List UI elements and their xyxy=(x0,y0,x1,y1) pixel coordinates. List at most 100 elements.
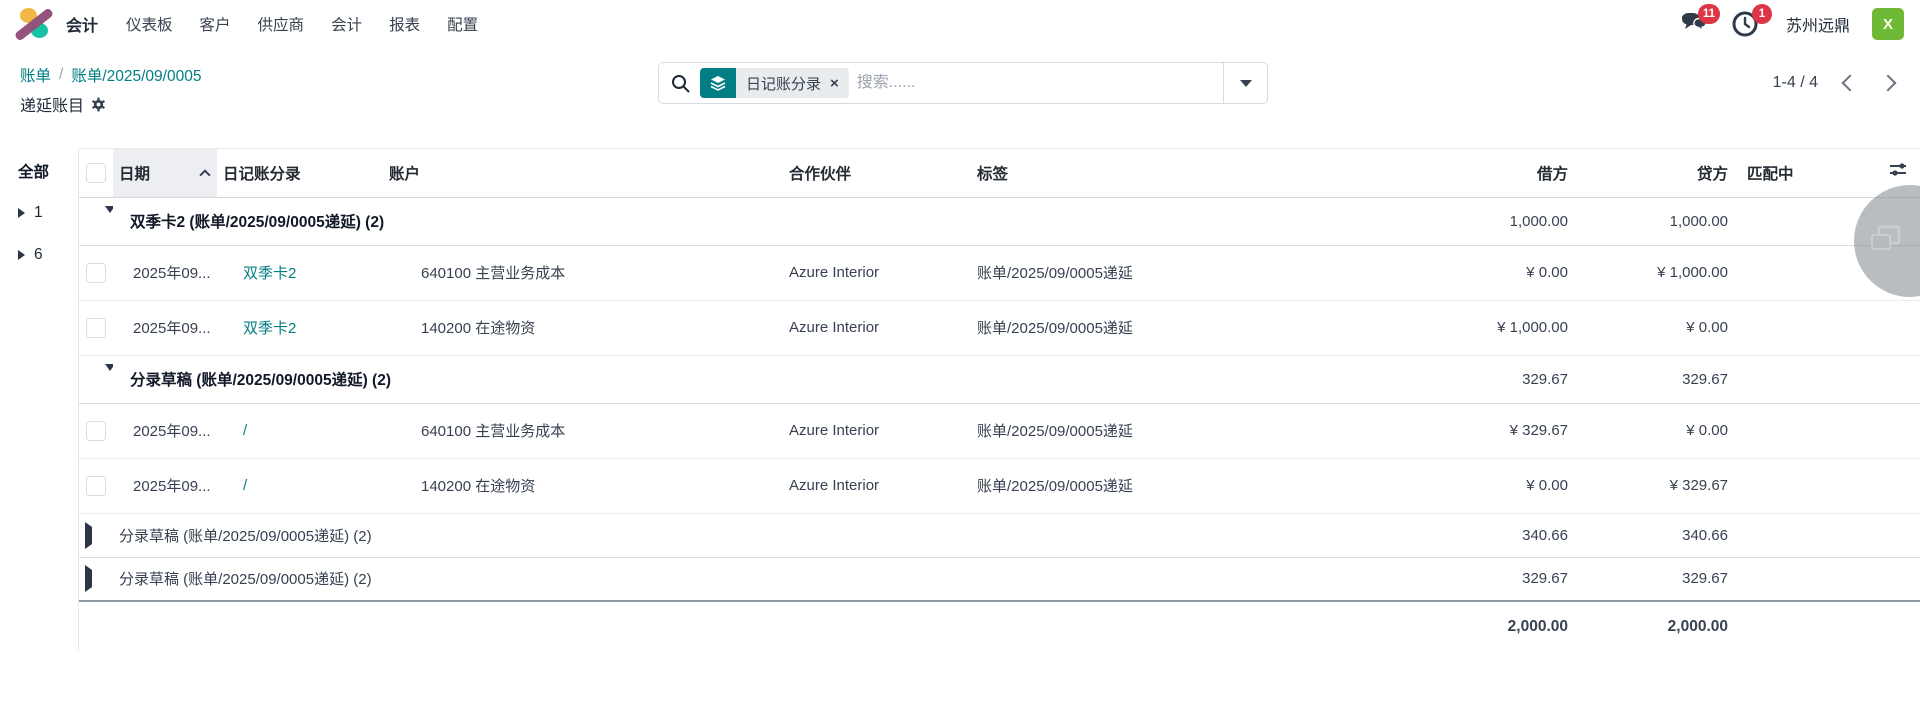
messages-icon[interactable]: 11 xyxy=(1678,10,1708,38)
column-header-date[interactable]: 日期 xyxy=(113,149,217,197)
group-row-collapsed[interactable]: 分录草稿 (账单/2025/09/0005递延) (2) 340.66 340.… xyxy=(79,513,1920,557)
facet-close-icon[interactable]: × xyxy=(830,75,839,92)
group-row-collapsed[interactable]: 分录草稿 (账单/2025/09/0005递延) (2) 329.67 329.… xyxy=(79,557,1920,601)
cell-partner: Azure Interior xyxy=(783,403,971,458)
sort-asc-icon xyxy=(199,169,210,180)
menu-configuration[interactable]: 配置 xyxy=(447,13,478,35)
cell-date: 2025年09... xyxy=(113,458,217,513)
group-credit: 329.67 xyxy=(1581,557,1741,601)
menu-dashboard[interactable]: 仪表板 xyxy=(126,13,173,35)
group-credit: 340.66 xyxy=(1581,513,1741,557)
cell-account: 140200 在途物资 xyxy=(383,300,783,355)
facet-label: 日记账分录 xyxy=(746,73,821,94)
column-header-account[interactable]: 账户 xyxy=(383,149,783,197)
cell-debit: ¥ 0.00 xyxy=(1323,458,1581,513)
breadcrumb-bills-link[interactable]: 账单 xyxy=(20,64,51,86)
list-view: 日期 日记账分录 账户 合作伙伴 标签 借方 贷方 匹配中 xyxy=(78,148,1920,651)
caret-right-icon[interactable] xyxy=(85,522,92,549)
user-avatar[interactable]: X xyxy=(1872,8,1904,40)
journal-entry-link[interactable]: 双季卡2 xyxy=(243,265,296,282)
window-expand-icon xyxy=(1870,225,1904,255)
journal-entry-link[interactable]: / xyxy=(243,477,247,494)
row-checkbox[interactable] xyxy=(86,263,106,283)
cell-account: 140200 在途物资 xyxy=(383,458,783,513)
layers-icon xyxy=(700,68,736,98)
menu-customers[interactable]: 客户 xyxy=(200,13,231,35)
pager: 1-4 / 4 xyxy=(1773,74,1904,92)
page-title: 递延账目 xyxy=(20,92,84,116)
menu-reporting[interactable]: 报表 xyxy=(389,13,420,35)
activities-clock-icon[interactable]: 1 xyxy=(1730,10,1760,38)
messages-badge: 11 xyxy=(1698,4,1720,24)
chevron-down-icon xyxy=(1240,80,1252,87)
group-debit: 329.67 xyxy=(1323,355,1581,403)
top-nav: 会计 仪表板 客户 供应商 会计 报表 配置 11 1 苏州远鼎 X xyxy=(0,0,1920,48)
cell-debit: ¥ 0.00 xyxy=(1323,245,1581,300)
breadcrumb: 账单 / 账单/2025/09/0005 xyxy=(20,64,580,86)
column-header-credit[interactable]: 贷方 xyxy=(1581,149,1741,197)
pager-previous-icon[interactable] xyxy=(1842,75,1859,92)
gear-icon[interactable] xyxy=(91,97,106,112)
pager-next-icon[interactable] xyxy=(1880,75,1897,92)
row-checkbox[interactable] xyxy=(86,476,106,496)
column-header-partner[interactable]: 合作伙伴 xyxy=(783,149,971,197)
cell-partner: Azure Interior xyxy=(783,458,971,513)
cell-debit: ¥ 1,000.00 xyxy=(1323,300,1581,355)
optional-columns-icon[interactable] xyxy=(1889,162,1907,178)
cell-date: 2025年09... xyxy=(113,300,217,355)
filter-group-6[interactable]: 6 xyxy=(18,246,78,264)
menu-accounting[interactable]: 会计 xyxy=(331,13,362,35)
control-panel: 账单 / 账单/2025/09/0005 递延账目 xyxy=(0,48,1920,148)
column-header-matching[interactable]: 匹配中 xyxy=(1741,149,1831,197)
search-input[interactable] xyxy=(857,74,1223,92)
filter-group-1[interactable]: 1 xyxy=(18,204,78,222)
total-debit: 2,000.00 xyxy=(1323,601,1581,651)
group-row[interactable]: 双季卡2 (账单/2025/09/0005递延) (2) 1,000.00 1,… xyxy=(79,197,1920,245)
cell-account: 640100 主营业务成本 xyxy=(383,403,783,458)
search-bar: 日记账分录 × xyxy=(658,62,1268,104)
company-name[interactable]: 苏州远鼎 xyxy=(1786,12,1850,36)
caret-right-icon xyxy=(18,250,25,260)
caret-right-icon xyxy=(18,208,25,218)
table-row[interactable]: 2025年09... / 640100 主营业务成本 Azure Interio… xyxy=(79,403,1920,458)
search-facet-journal-items[interactable]: 日记账分录 × xyxy=(700,68,849,98)
app-menu-accounting[interactable]: 会计 xyxy=(66,12,98,36)
menu-vendors[interactable]: 供应商 xyxy=(258,13,305,35)
cell-credit: ¥ 0.00 xyxy=(1581,403,1741,458)
column-header-debit[interactable]: 借方 xyxy=(1323,149,1581,197)
cell-tag: 账单/2025/09/0005递延 xyxy=(971,300,1323,355)
cell-tag: 账单/2025/09/0005递延 xyxy=(971,458,1323,513)
caret-down-icon[interactable] xyxy=(105,206,113,230)
table-row[interactable]: 2025年09... 双季卡2 640100 主营业务成本 Azure Inte… xyxy=(79,245,1920,300)
row-checkbox[interactable] xyxy=(86,421,106,441)
total-credit: 2,000.00 xyxy=(1581,601,1741,651)
cell-credit: ¥ 0.00 xyxy=(1581,300,1741,355)
journal-entry-link[interactable]: 双季卡2 xyxy=(243,320,296,337)
group-debit: 340.66 xyxy=(1323,513,1581,557)
select-all-checkbox[interactable] xyxy=(86,163,106,183)
breadcrumb-current-link[interactable]: 账单/2025/09/0005 xyxy=(71,64,201,86)
pager-range[interactable]: 1-4 / 4 xyxy=(1773,74,1818,92)
group-credit: 329.67 xyxy=(1581,355,1741,403)
cell-partner: Azure Interior xyxy=(783,300,971,355)
odoo-logo-icon[interactable] xyxy=(14,6,54,42)
cell-account: 640100 主营业务成本 xyxy=(383,245,783,300)
caret-right-icon[interactable] xyxy=(85,565,92,592)
group-row[interactable]: 分录草稿 (账单/2025/09/0005递延) (2) 329.67 329.… xyxy=(79,355,1920,403)
table-row[interactable]: 2025年09... 双季卡2 140200 在途物资 Azure Interi… xyxy=(79,300,1920,355)
caret-down-icon[interactable] xyxy=(105,364,113,388)
main-menu: 仪表板 客户 供应商 会计 报表 配置 xyxy=(126,13,478,35)
column-header-tag[interactable]: 标签 xyxy=(971,149,1323,197)
cell-credit: ¥ 1,000.00 xyxy=(1581,245,1741,300)
column-header-journal-entry[interactable]: 日记账分录 xyxy=(217,149,383,197)
list-header-row: 日期 日记账分录 账户 合作伙伴 标签 借方 贷方 匹配中 xyxy=(79,149,1920,197)
group-debit: 1,000.00 xyxy=(1323,197,1581,245)
cell-credit: ¥ 329.67 xyxy=(1581,458,1741,513)
cell-tag: 账单/2025/09/0005递延 xyxy=(971,245,1323,300)
table-row[interactable]: 2025年09... / 140200 在途物资 Azure Interior … xyxy=(79,458,1920,513)
search-options-toggle[interactable] xyxy=(1223,63,1267,103)
filter-all[interactable]: 全部 xyxy=(18,160,78,182)
cell-partner: Azure Interior xyxy=(783,245,971,300)
row-checkbox[interactable] xyxy=(86,318,106,338)
journal-entry-link[interactable]: / xyxy=(243,422,247,439)
